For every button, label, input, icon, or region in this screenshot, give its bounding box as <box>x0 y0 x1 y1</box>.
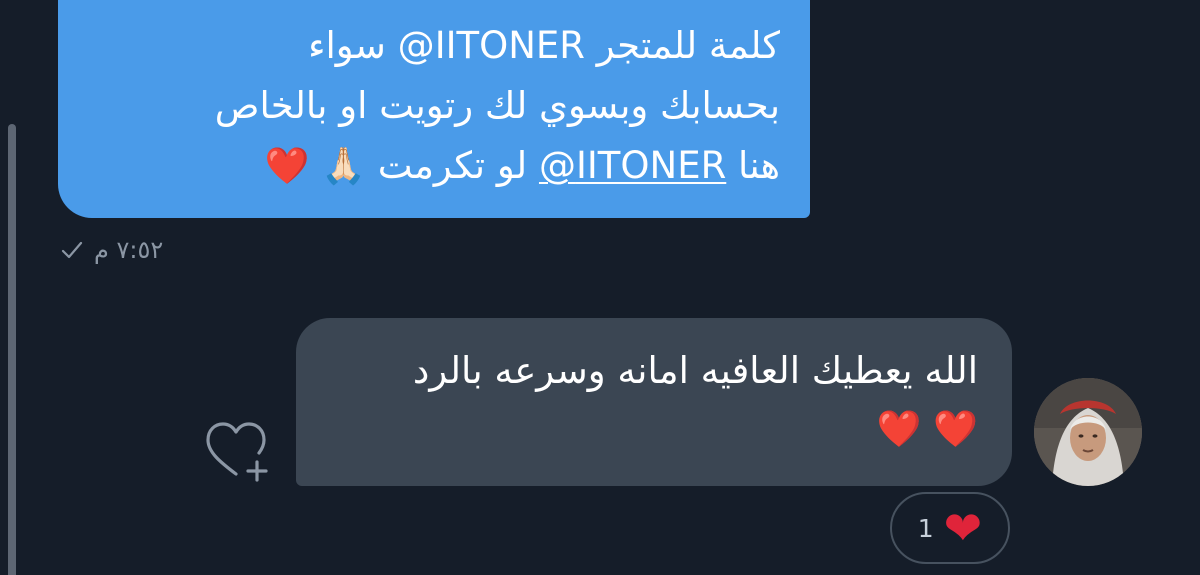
sent-message-line-3: هنا IITONER@ لو تكرمت 🙏🏻 ❤️ <box>88 136 780 196</box>
check-icon <box>61 241 83 259</box>
sent-message-line-1: كلمة للمتجر IITONER@ سواء <box>308 24 780 67</box>
chat-screen: كلمة للمتجر IITONER@ سواء بحسابك وبسوي ل… <box>0 0 1200 575</box>
avatar[interactable] <box>1034 378 1142 486</box>
sent-message-line-2: بحسابك وبسوي لك رتويت او بالخاص <box>214 84 780 127</box>
heart-emoji: ❤️ <box>933 409 978 450</box>
timestamp: ٧:٥٢ م <box>94 236 164 264</box>
heart-emoji: ❤️ <box>264 146 310 187</box>
sent-message-text-suffix: لو تكرمت <box>366 144 539 187</box>
reaction-count: 1 <box>917 513 934 543</box>
sent-message-bubble[interactable]: كلمة للمتجر IITONER@ سواء بحسابك وبسوي ل… <box>58 0 810 218</box>
heart-plus-icon[interactable] <box>200 418 272 484</box>
received-message-line-1: الله يعطيك العافيه امانه وسرعه بالرد <box>412 349 978 392</box>
mention-link[interactable]: IITONER@ <box>539 144 726 187</box>
pray-emoji: 🙏🏻 <box>321 146 366 187</box>
heart-icon: ❤ <box>943 501 983 555</box>
message-meta: ٧:٥٢ م <box>60 232 163 268</box>
reaction-count-pill[interactable]: 1 ❤ <box>890 492 1010 564</box>
sent-message-text: هنا <box>726 144 780 187</box>
heart-emoji: ❤️ <box>876 409 922 450</box>
avatar-image <box>1034 378 1142 486</box>
received-message-line-2: ❤️ ❤️ <box>330 400 978 458</box>
scrollbar[interactable] <box>8 124 16 575</box>
received-message-bubble[interactable]: الله يعطيك العافيه امانه وسرعه بالرد ❤️ … <box>296 318 1012 486</box>
